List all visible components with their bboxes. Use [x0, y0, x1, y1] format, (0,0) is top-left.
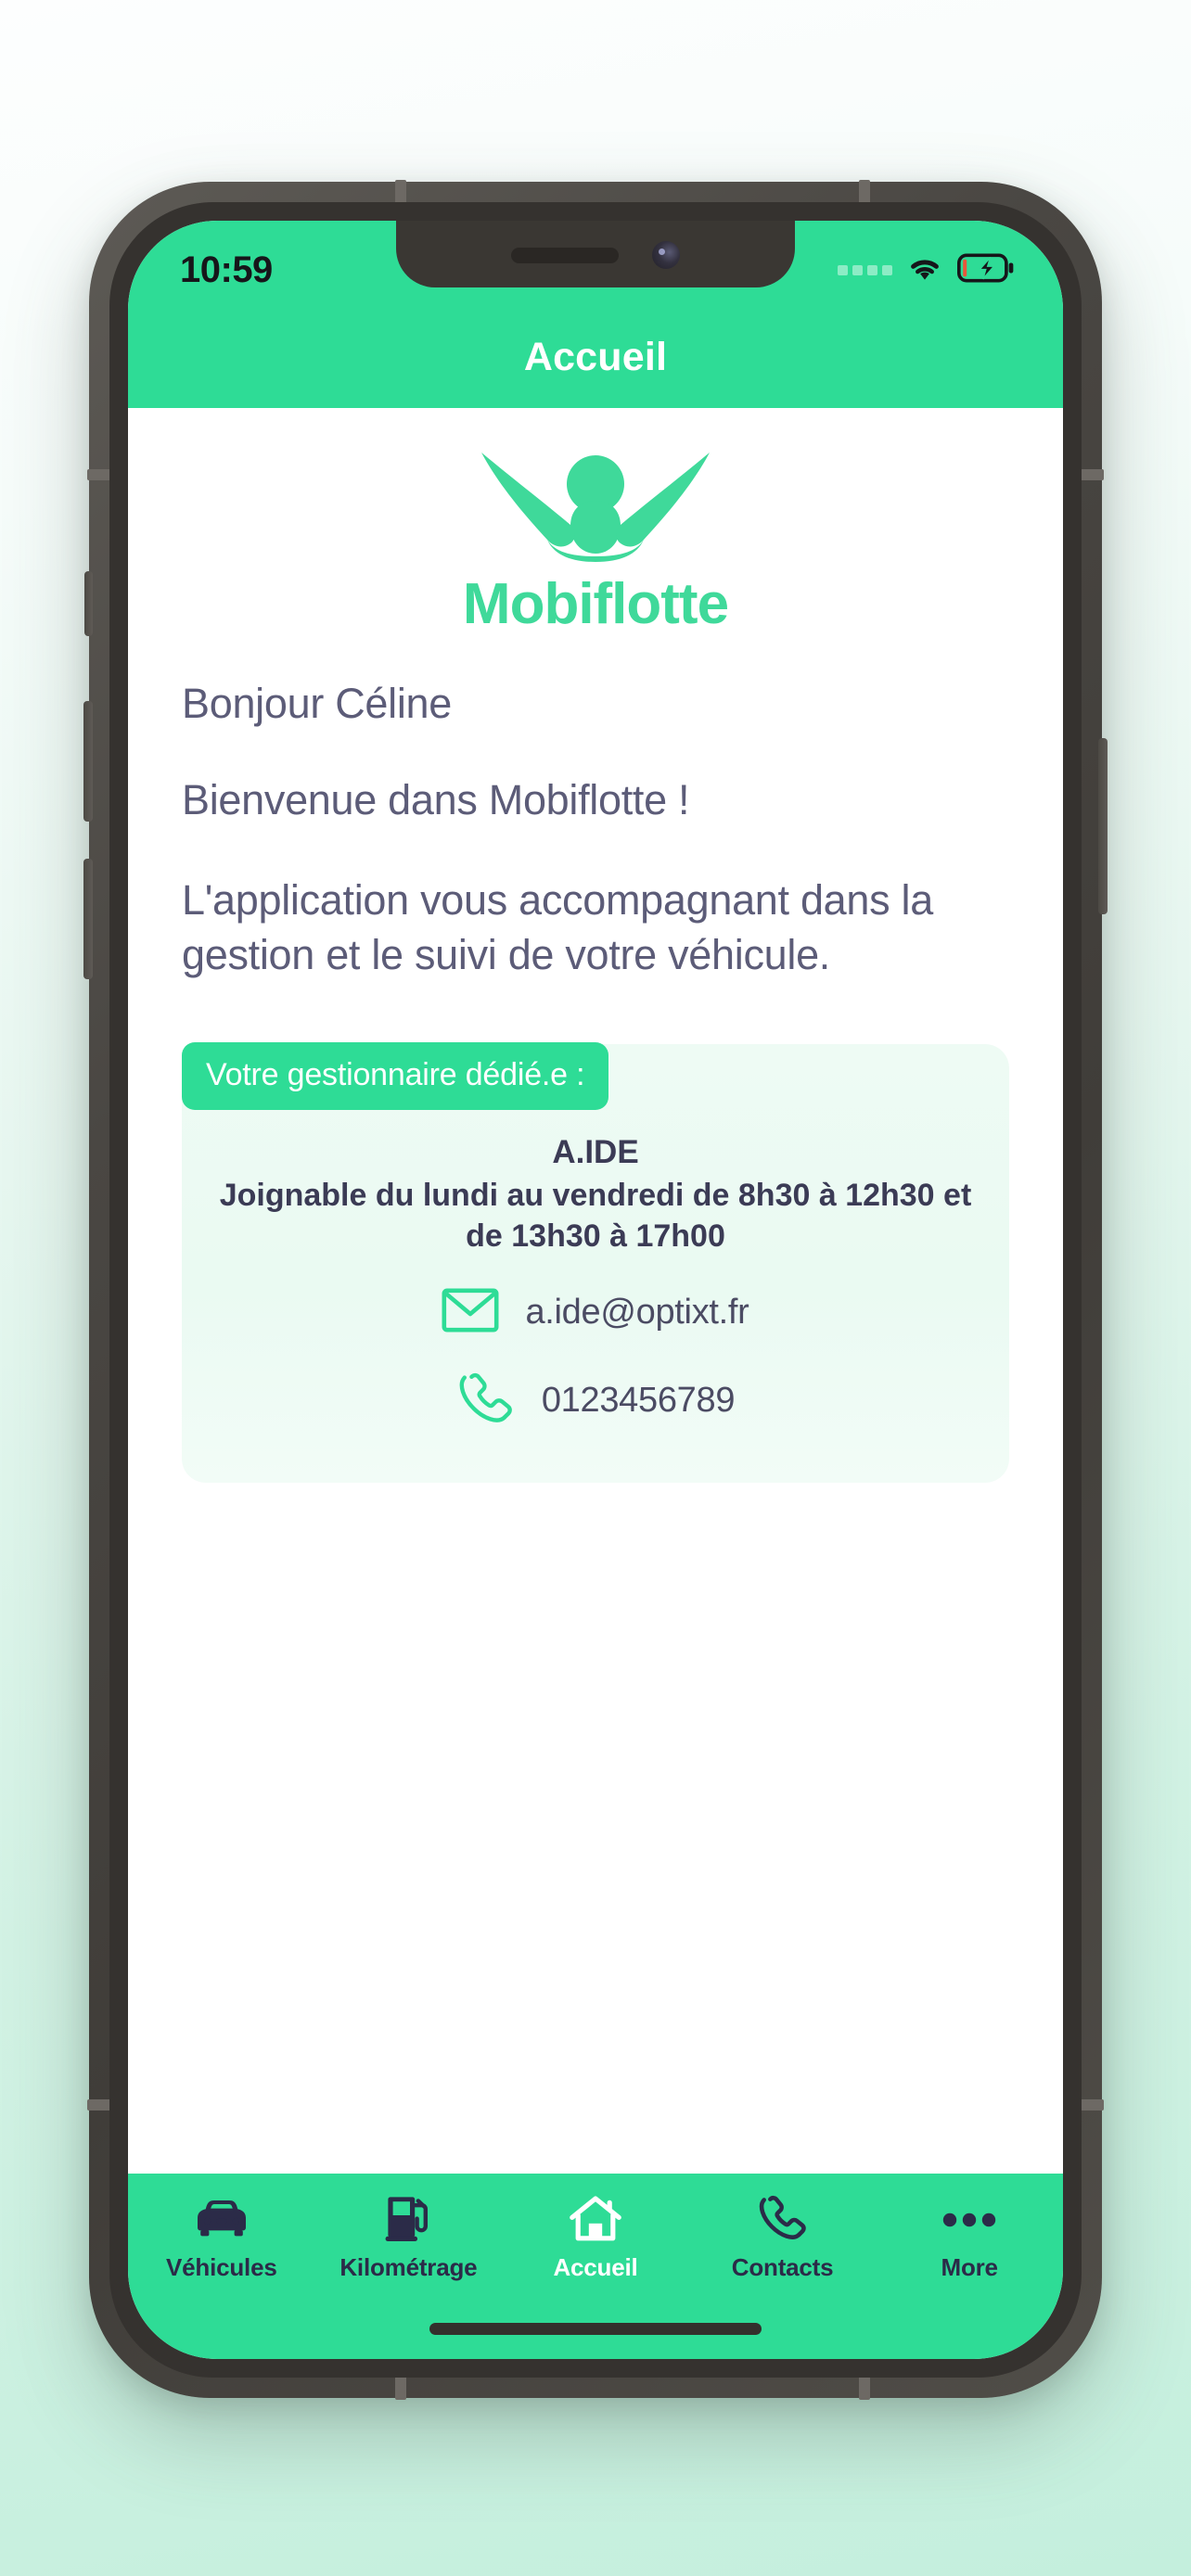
- manager-phone-row[interactable]: 0123456789: [182, 1369, 1009, 1433]
- app-logo-wordmark: Mobiflotte: [462, 572, 729, 636]
- manager-name: A.IDE: [552, 1133, 639, 1170]
- volume-up-button[interactable]: [83, 701, 93, 822]
- silent-switch-button[interactable]: [84, 571, 93, 636]
- nav-label-kilometrage: Kilométrage: [339, 2253, 478, 2281]
- envelope-icon: [442, 1288, 499, 1337]
- phone-icon: [456, 1369, 516, 1433]
- manager-email-row[interactable]: a.ide@optixt.fr: [182, 1288, 1009, 1337]
- nav-label-accueil: Accueil: [553, 2253, 638, 2281]
- antenna-line-left-upper: [87, 469, 111, 480]
- home-indicator[interactable]: [429, 2323, 762, 2335]
- antenna-line-bottom-right: [859, 2376, 870, 2400]
- nav-item-contacts[interactable]: Contacts: [689, 2194, 877, 2282]
- nav-label-contacts: Contacts: [731, 2253, 834, 2281]
- nav-item-more[interactable]: More: [876, 2194, 1063, 2282]
- fuel-pump-icon: [382, 2194, 434, 2242]
- antenna-line-right-lower: [1080, 2099, 1104, 2111]
- volume-down-button[interactable]: [83, 859, 93, 979]
- nav-item-vehicules[interactable]: Véhicules: [128, 2194, 315, 2282]
- nav-item-accueil[interactable]: Accueil: [502, 2194, 689, 2282]
- nav-item-kilometrage[interactable]: Kilométrage: [315, 2194, 503, 2282]
- manager-hours: Joignable du lundi au vendredi de 8h30 à…: [219, 1177, 972, 1254]
- ellipsis-icon: [941, 2194, 998, 2242]
- antenna-line-top-right: [859, 180, 870, 204]
- antenna-line-bottom-left: [395, 2376, 406, 2400]
- greeting-welcome: Bienvenue dans Mobiflotte !: [182, 776, 690, 823]
- phone-icon: [757, 2194, 809, 2242]
- page-title: Accueil: [523, 334, 668, 379]
- manager-email-text: a.ide@optixt.fr: [525, 1293, 749, 1333]
- app-header: 10:59 Accueil: [128, 221, 1063, 408]
- nav-label-vehicules: Véhicules: [166, 2253, 277, 2281]
- home-icon: [568, 2194, 623, 2242]
- antenna-line-left-lower: [87, 2099, 111, 2111]
- signal-bars-icon: [838, 264, 892, 275]
- phone-notch: [396, 221, 795, 287]
- greeting-block: Bonjour Céline Bienvenue dans Mobiflotte…: [128, 637, 1063, 983]
- phone-screen: 10:59 Accueil Mobiflotte Bonjour Céline …: [128, 221, 1063, 2359]
- antenna-line-right-upper: [1080, 469, 1104, 480]
- manager-badge: Votre gestionnaire dédié.e :: [182, 1041, 609, 1110]
- mobiflotte-bird-logo-icon: [481, 453, 710, 562]
- bottom-navigation-bar: Véhicules Kilométrage Accueil Contacts M…: [128, 2174, 1063, 2359]
- manager-phone-text: 0123456789: [541, 1381, 736, 1421]
- manager-card: Votre gestionnaire dédié.e : A.IDE Joign…: [182, 1041, 1009, 1484]
- antenna-line-top-left: [395, 180, 406, 204]
- earpiece-speaker-icon: [511, 247, 619, 263]
- phone-frame: 10:59 Accueil Mobiflotte Bonjour Céline …: [83, 180, 1108, 2400]
- status-time: 10:59: [180, 249, 273, 290]
- status-icons: [838, 253, 1015, 287]
- wifi-icon: [905, 253, 944, 287]
- greeting-name: Bonjour Céline: [182, 680, 452, 727]
- greeting-description: L'application vous accompagnant dans la …: [182, 876, 933, 979]
- power-button[interactable]: [1098, 738, 1108, 914]
- header-title-bar: Accueil: [128, 306, 1063, 408]
- car-icon: [192, 2194, 251, 2242]
- front-camera-icon: [652, 241, 680, 269]
- app-content: Mobiflotte Bonjour Céline Bienvenue dans…: [128, 408, 1063, 2174]
- app-logo: Mobiflotte: [128, 408, 1063, 637]
- battery-charging-icon: [957, 253, 1015, 287]
- nav-label-more: More: [941, 2253, 999, 2281]
